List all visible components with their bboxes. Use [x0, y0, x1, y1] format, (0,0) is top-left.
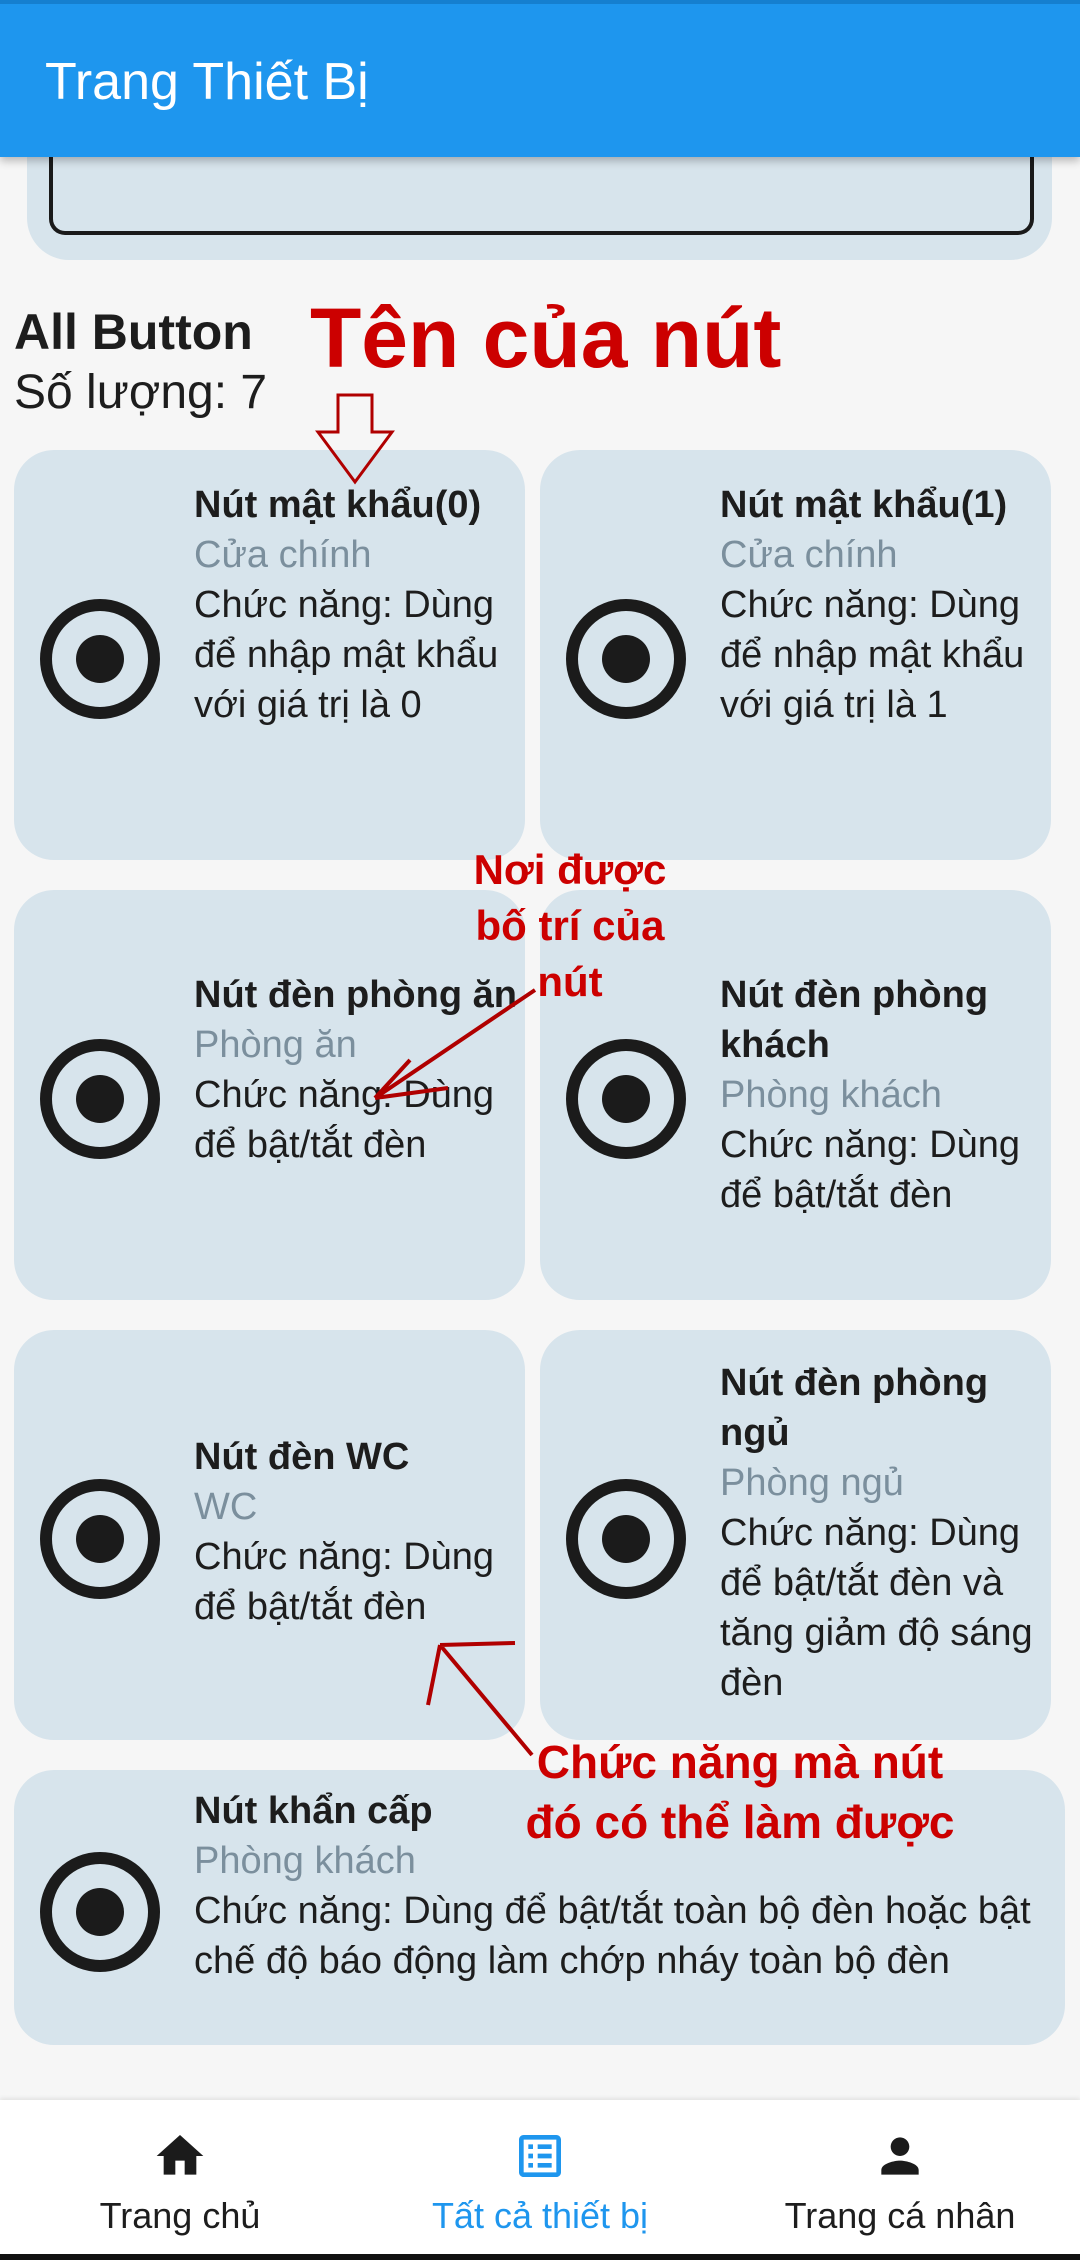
button-name: Nút mật khẩu(0)	[194, 484, 482, 526]
radio-dot	[76, 1075, 124, 1123]
button-name: Nút mật khẩu(1)	[720, 484, 1008, 526]
nav-item-home[interactable]: Trang chủ	[0, 2100, 360, 2260]
app-bar: Trang Thiết Bị	[0, 0, 1080, 157]
radio-dot	[602, 1075, 650, 1123]
button-card[interactable]: Nút mật khẩu(1) Cửa chính Chức năng: Dùn…	[540, 450, 1051, 860]
button-card[interactable]: Nút mật khẩu(0) Cửa chính Chức năng: Dùn…	[14, 450, 525, 860]
button-card[interactable]: Nút đèn phòng ngủ Phòng ngủ Chức năng: D…	[540, 1330, 1051, 1740]
section-count: Số lượng: 7	[14, 366, 268, 419]
annotation-function-label: Chức năng mà nút đó có thể làm được	[525, 1736, 955, 1848]
button-name: Nút đèn phòng khách	[720, 974, 989, 1066]
button-card[interactable]: Nút đèn phòng ăn Phòng ăn Chức năng: Dùn…	[14, 890, 525, 1300]
radio-dot	[602, 635, 650, 683]
button-location: WC	[194, 1486, 258, 1528]
screen-edge	[0, 2254, 1080, 2260]
button-name: Nút đèn phòng ngủ	[720, 1362, 989, 1454]
button-location: Phòng ăn	[194, 1024, 357, 1066]
button-function: Chức năng: Dùng để bật/tắt đèn	[194, 1074, 495, 1166]
button-function: Chức năng: Dùng để bật/tắt đèn	[720, 1124, 1021, 1216]
button-location: Cửa chính	[720, 534, 898, 576]
button-location: Phòng ngủ	[720, 1462, 904, 1504]
radio-dot	[602, 1515, 650, 1563]
radio-button-icon[interactable]	[40, 1039, 160, 1159]
button-location: Cửa chính	[194, 534, 372, 576]
nav-label: Trang cá nhân	[784, 2195, 1016, 2236]
nav-item-profile[interactable]: Trang cá nhân	[720, 2100, 1080, 2260]
button-function: Chức năng: Dùng để bật/tắt đèn	[194, 1536, 495, 1628]
radio-dot	[76, 1515, 124, 1563]
person-icon	[881, 2137, 919, 2175]
radio-button-icon[interactable]	[40, 599, 160, 719]
annotation-name-label: Tên của nút	[310, 291, 782, 385]
button-location: Phòng khách	[720, 1074, 942, 1116]
radio-button-icon[interactable]	[566, 1479, 686, 1599]
previous-card-frame	[49, 147, 1034, 235]
nav-label: Trang chủ	[99, 2195, 261, 2236]
nav-item-all-devices[interactable]: Tất cả thiết bị	[360, 2100, 720, 2260]
button-function: Chức năng: Dùng để bật/tắt toàn bộ đèn h…	[194, 1890, 1031, 1982]
home-icon	[156, 2135, 204, 2175]
section-title: All Button	[14, 304, 253, 360]
button-function: Chức năng: Dùng để bật/tắt đèn và tăng g…	[720, 1512, 1033, 1704]
button-name: Nút đèn WC	[194, 1436, 410, 1478]
button-card[interactable]: Nút đèn WC WC Chức năng: Dùng để bật/tắt…	[14, 1330, 525, 1740]
button-function: Chức năng: Dùng để nhập mật khẩu với giá…	[720, 584, 1025, 726]
button-function: Chức năng: Dùng để nhập mật khẩu với giá…	[194, 584, 499, 726]
page-title: Trang Thiết Bị	[45, 53, 369, 111]
list-icon	[519, 2135, 561, 2177]
radio-button-icon[interactable]	[566, 599, 686, 719]
bottom-navigation: Trang chủ Tất cả thiết bị Trang cá nhân	[0, 2100, 1080, 2260]
status-strip	[0, 0, 1080, 4]
radio-button-icon[interactable]	[566, 1039, 686, 1159]
radio-button-icon[interactable]	[40, 1479, 160, 1599]
nav-label: Tất cả thiết bị	[431, 2195, 649, 2236]
radio-dot	[76, 635, 124, 683]
radio-dot	[76, 1888, 124, 1936]
previous-card	[27, 147, 1052, 260]
radio-button-icon[interactable]	[40, 1852, 160, 1972]
annotation-location-label: Nơi được bố trí của nút	[473, 846, 667, 1005]
